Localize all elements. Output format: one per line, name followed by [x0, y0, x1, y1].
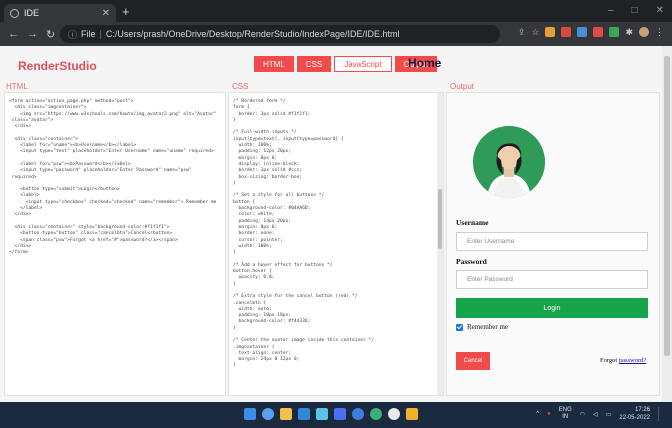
- show-desktop[interactable]: [658, 407, 662, 421]
- back-icon[interactable]: ←: [8, 28, 19, 40]
- lang-bottom: IN: [562, 414, 569, 420]
- avatar: [473, 126, 545, 198]
- search-icon[interactable]: [262, 408, 274, 420]
- address-prefix: File: [81, 29, 96, 39]
- extensions-bar: ⇪ ☆ ✱ ⋮: [518, 27, 664, 37]
- extension-icon[interactable]: [593, 27, 604, 37]
- taskbar-apps: [244, 408, 418, 420]
- username-label: Username: [456, 218, 489, 227]
- star-icon[interactable]: ☆: [531, 27, 539, 37]
- html-panel-label: HTML: [6, 82, 28, 91]
- screen: IDE ✕ + – □ ✕ ← → ↻ ⓘ File | C:/Users/pr…: [0, 0, 672, 428]
- app-icon[interactable]: [334, 408, 346, 420]
- extension-icon[interactable]: [545, 27, 556, 37]
- address-bar[interactable]: ⓘ File | C:/Users/prash/OneDrive/Desktop…: [60, 25, 500, 43]
- system-tray: ^ ● ENG IN ◠ ◁ ▭ 17:26 22-05-2022: [536, 406, 662, 422]
- forward-icon[interactable]: →: [27, 28, 38, 40]
- file-explorer-icon[interactable]: [280, 408, 292, 420]
- browser-tab-strip: IDE ✕ + – □ ✕: [0, 0, 672, 22]
- clock[interactable]: 17:26 22-05-2022: [619, 406, 650, 422]
- brand-logo[interactable]: RenderStudio: [18, 59, 97, 73]
- chrome-icon[interactable]: [352, 408, 364, 420]
- html-code[interactable]: <form action="action_page.php" method="p…: [9, 99, 221, 256]
- extension-icon[interactable]: [609, 27, 620, 37]
- lang-top: ENG: [558, 407, 572, 413]
- home-link[interactable]: Home: [408, 56, 441, 70]
- puzzle-icon[interactable]: ✱: [625, 27, 633, 37]
- tray-app-icon[interactable]: ●: [547, 411, 551, 417]
- remember-checkbox[interactable]: [456, 323, 463, 331]
- clock-time: 17:26: [634, 407, 650, 413]
- extension-icon[interactable]: [577, 27, 588, 37]
- close-window-icon[interactable]: ✕: [656, 5, 664, 16]
- forgot-password: Forgot password?: [600, 357, 646, 364]
- html-editor[interactable]: <form action="action_page.php" method="p…: [4, 92, 226, 396]
- page-content: RenderStudio HTML CSS JavaScript Output …: [0, 46, 672, 402]
- store-icon[interactable]: [298, 408, 310, 420]
- tab-javascript[interactable]: JavaScript: [334, 56, 392, 72]
- address-separator: |: [99, 29, 102, 39]
- address-url: C:/Users/prash/OneDrive/Desktop/RenderSt…: [105, 29, 400, 39]
- forgot-password-link[interactable]: password?: [619, 357, 646, 364]
- tab-css[interactable]: CSS: [296, 56, 332, 72]
- volume-icon[interactable]: ◁: [593, 411, 598, 418]
- browser-tab[interactable]: IDE ✕: [4, 4, 116, 22]
- page-scrollbar[interactable]: [662, 46, 672, 402]
- language-indicator[interactable]: ENG IN: [559, 407, 572, 421]
- maximize-icon[interactable]: □: [632, 5, 638, 16]
- battery-icon[interactable]: ▭: [606, 411, 612, 418]
- info-icon[interactable]: ⓘ: [68, 28, 77, 41]
- profile-avatar[interactable]: [639, 27, 649, 37]
- globe-icon: [10, 8, 19, 18]
- css-code[interactable]: /* Bordered form */ form { border: 3px s…: [233, 99, 439, 370]
- tab-title: IDE: [24, 8, 40, 18]
- app-icon[interactable]: [406, 408, 418, 420]
- avatar-icon: [473, 126, 545, 198]
- edge-icon[interactable]: [316, 408, 328, 420]
- css-panel-label: CSS: [232, 82, 249, 91]
- page-scroll-thumb[interactable]: [664, 56, 670, 356]
- windows-start-icon[interactable]: [244, 408, 256, 420]
- login-button[interactable]: Login: [456, 298, 648, 318]
- css-scrollbar[interactable]: [437, 93, 443, 395]
- reload-icon[interactable]: ↻: [46, 28, 55, 41]
- app-icon[interactable]: [370, 408, 382, 420]
- share-icon[interactable]: ⇪: [518, 27, 526, 37]
- css-editor[interactable]: /* Bordered form */ form { border: 3px s…: [228, 92, 444, 396]
- taskbar: ^ ● ENG IN ◠ ◁ ▭ 17:26 22-05-2022: [0, 402, 672, 428]
- output-panel-label: Output: [450, 82, 475, 91]
- tab-html[interactable]: HTML: [254, 56, 294, 72]
- new-tab-icon[interactable]: +: [122, 4, 130, 19]
- password-label: Password: [456, 257, 487, 266]
- close-tab-icon[interactable]: ✕: [102, 8, 110, 19]
- username-input[interactable]: Enter Username: [456, 232, 648, 251]
- forgot-text: Forgot: [600, 357, 618, 364]
- browser-toolbar: ← → ↻ ⓘ File | C:/Users/prash/OneDrive/D…: [0, 22, 672, 46]
- clock-date: 22-05-2022: [619, 415, 650, 421]
- settings-icon[interactable]: [388, 408, 400, 420]
- extension-icon[interactable]: [561, 27, 572, 37]
- css-scroll-thumb[interactable]: [438, 189, 442, 249]
- minimize-icon[interactable]: –: [608, 5, 614, 16]
- window-controls: – □ ✕: [608, 5, 664, 16]
- remember-label: Remember me: [467, 323, 509, 331]
- wifi-icon[interactable]: ◠: [580, 411, 585, 418]
- password-input[interactable]: Enter Password: [456, 270, 648, 289]
- cancel-button[interactable]: Cancel: [456, 352, 490, 370]
- remember-me[interactable]: Remember me: [456, 323, 508, 331]
- tray-chevron-icon[interactable]: ^: [536, 411, 539, 417]
- menu-icon[interactable]: ⋮: [655, 27, 664, 37]
